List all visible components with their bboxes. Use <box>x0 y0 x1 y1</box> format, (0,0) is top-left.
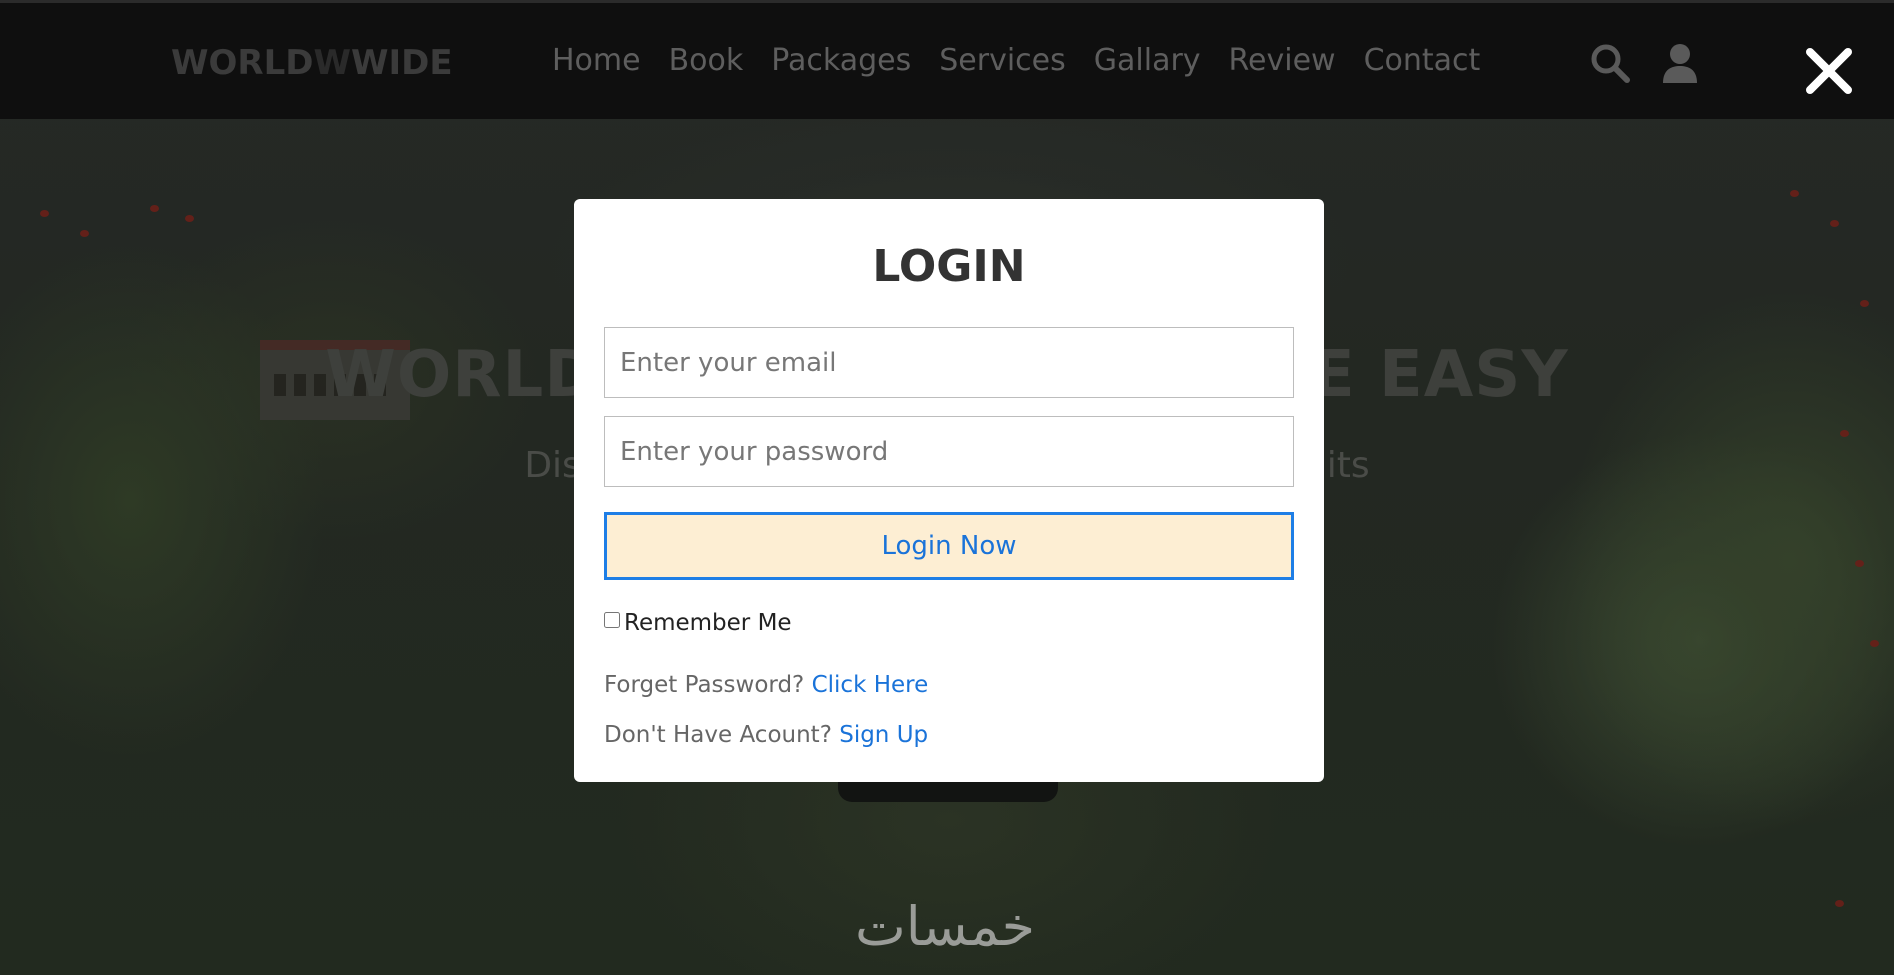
logo-part-2: WIDE <box>351 43 453 83</box>
logo-part-1: WORLD <box>171 43 314 83</box>
email-field[interactable] <box>604 327 1294 398</box>
nav-packages[interactable]: Packages <box>771 43 911 78</box>
forgot-password-line: Forget Password? Click Here <box>604 672 928 698</box>
remember-me[interactable]: Remember Me <box>604 610 792 636</box>
remember-me-checkbox[interactable] <box>604 612 620 628</box>
logo-mark: W <box>313 43 351 83</box>
login-modal: LOGIN Login Now Remember Me Forget Passw… <box>574 199 1324 782</box>
nav-book[interactable]: Book <box>669 43 744 78</box>
site-logo[interactable]: WORLDWWIDE <box>171 43 453 83</box>
signup-link[interactable]: Sign Up <box>839 722 928 748</box>
close-icon[interactable] <box>1804 46 1854 96</box>
password-field[interactable] <box>604 416 1294 487</box>
remember-me-label: Remember Me <box>624 610 792 636</box>
user-icon[interactable] <box>1658 41 1702 85</box>
forgot-password-text: Forget Password? <box>604 672 805 698</box>
signup-text: Don't Have Acount? <box>604 722 832 748</box>
signup-line: Don't Have Acount? Sign Up <box>604 722 928 748</box>
nav-home[interactable]: Home <box>552 43 641 78</box>
watermark-logo: خمسات <box>854 895 1036 958</box>
main-nav: Home Book Packages Services Gallary Revi… <box>552 43 1508 78</box>
login-now-button[interactable]: Login Now <box>604 512 1294 580</box>
forgot-password-link[interactable]: Click Here <box>812 672 929 698</box>
nav-contact[interactable]: Contact <box>1364 43 1481 78</box>
nav-review[interactable]: Review <box>1229 43 1336 78</box>
site-header: WORLDWWIDE Home Book Packages Services G… <box>0 0 1894 119</box>
login-title: LOGIN <box>872 241 1026 292</box>
nav-gallary[interactable]: Gallary <box>1094 43 1201 78</box>
nav-services[interactable]: Services <box>939 43 1066 78</box>
search-icon[interactable] <box>1588 41 1632 85</box>
